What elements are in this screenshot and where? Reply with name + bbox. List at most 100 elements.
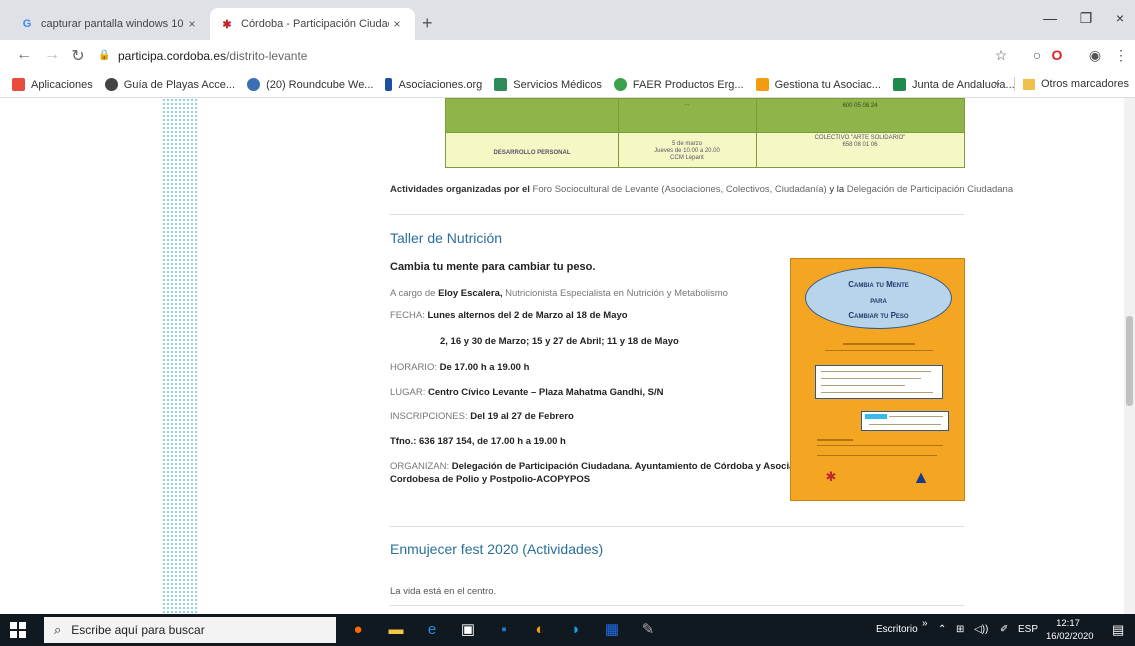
extension-ring-icon[interactable]: ○ bbox=[1028, 47, 1046, 63]
inscripciones-label: INSCRIPCIONES: bbox=[390, 411, 468, 422]
enmujecer-heading[interactable]: Enmujecer fest 2020 (Actividades) bbox=[390, 541, 603, 557]
other-bookmarks[interactable]: Otros marcadores bbox=[1041, 78, 1129, 90]
pen-icon[interactable]: ✐ bbox=[1000, 624, 1008, 635]
page-scrollbar[interactable] bbox=[1124, 98, 1135, 614]
dotted-decoration bbox=[162, 98, 198, 614]
scrollbar-thumb[interactable] bbox=[1126, 316, 1133, 406]
forward-arrow-icon[interactable]: → bbox=[42, 46, 62, 64]
table-cell: COLECTIVO "ARTE SOLIDARIO" bbox=[814, 135, 906, 141]
medical-icon bbox=[494, 78, 508, 91]
reload-icon[interactable]: ↻ bbox=[68, 46, 88, 66]
minimize-button[interactable]: — bbox=[1030, 10, 1070, 26]
poster-text-line bbox=[817, 439, 853, 441]
by-name: Eloy Escalera, bbox=[438, 288, 503, 299]
firefox-icon[interactable]: ◐ bbox=[530, 620, 550, 640]
poster-text-line bbox=[817, 455, 937, 456]
url-path: /distrito-levante bbox=[226, 49, 308, 63]
tab-title: capturar pantalla windows 10 - bbox=[41, 18, 184, 30]
by-label: A cargo de bbox=[390, 288, 436, 299]
store-icon[interactable]: ▣ bbox=[458, 620, 478, 640]
activities-credits: Actividades organizadas por el Foro Soci… bbox=[390, 184, 1013, 195]
close-tab-icon[interactable]: × bbox=[184, 17, 200, 31]
opera-icon[interactable]: O bbox=[1048, 47, 1066, 63]
bookmarks-overflow-button[interactable]: » bbox=[994, 78, 1000, 90]
windows-start-icon[interactable] bbox=[10, 622, 26, 638]
bookmark-asociaciones[interactable]: Asociaciones.org bbox=[385, 78, 482, 91]
language-indicator[interactable]: ESP bbox=[1018, 624, 1038, 635]
close-tab-icon[interactable]: × bbox=[389, 17, 405, 31]
new-tab-button[interactable]: + bbox=[422, 13, 433, 34]
nutrition-heading[interactable]: Taller de Nutrición bbox=[390, 230, 502, 246]
taskbar-search-box[interactable]: ⌕ Escribe aquí para buscar bbox=[44, 617, 336, 643]
workshop-poster-image[interactable]: Cambia tu Mente para Cambiar tu Peso ✱ ▲ bbox=[790, 258, 965, 501]
tab-google-search[interactable]: G capturar pantalla windows 10 - × bbox=[10, 8, 210, 40]
divider bbox=[390, 526, 964, 527]
divider bbox=[390, 214, 964, 215]
bookmark-star-icon[interactable]: ☆ bbox=[992, 47, 1010, 64]
junta-icon bbox=[892, 78, 906, 91]
file-explorer-icon[interactable]: ▬ bbox=[386, 620, 406, 640]
search-placeholder: Escribe aquí para buscar bbox=[71, 623, 205, 637]
organizan-value-2: Cordobesa de Polio y Postpolio-ACOPYPOS bbox=[390, 474, 591, 485]
nutrition-organizan: ORGANIZAN: Delegación de Participación C… bbox=[390, 461, 814, 472]
organizan-label: ORGANIZAN: bbox=[390, 461, 450, 472]
table-divider bbox=[446, 132, 964, 133]
tab-strip: G capturar pantalla windows 10 - × ✱ Cór… bbox=[0, 0, 1135, 40]
poster-text-line bbox=[825, 350, 933, 351]
asociaciones-icon bbox=[385, 78, 393, 91]
menu-kebab-icon[interactable]: ⋮ bbox=[1112, 47, 1130, 64]
table-cell: 600 05 08 24 bbox=[842, 103, 878, 109]
table-cell: DESARROLLO PERSONAL bbox=[493, 150, 571, 156]
tab-cordoba-participacion[interactable]: ✱ Córdoba - Participación Ciudada × bbox=[210, 8, 415, 40]
address-bar[interactable]: 🔒 participa.cordoba.es/distrito-levante bbox=[98, 44, 978, 68]
bookmarks-divider bbox=[1013, 77, 1015, 91]
notifications-icon[interactable]: ▤ bbox=[1112, 622, 1124, 638]
bookmark-label: Servicios Médicos bbox=[513, 78, 602, 91]
tfno-value: Tfno.: 636 187 154, de 17.00 h a 19.00 h bbox=[390, 436, 566, 447]
table-cell: 658 08 01 06 bbox=[842, 142, 878, 148]
clock-date: 16/02/2020 bbox=[1046, 631, 1094, 642]
close-window-button[interactable]: × bbox=[1100, 10, 1135, 26]
bookmark-roundcube[interactable]: (20) Roundcube We... bbox=[247, 78, 373, 91]
poster-title-line: Cambiar tu Peso bbox=[848, 311, 909, 320]
bookmark-servicios-medicos[interactable]: Servicios Médicos bbox=[494, 78, 602, 91]
nutrition-lugar: LUGAR: Centro Cívico Levante – Plaza Mah… bbox=[390, 387, 663, 398]
bookmark-gestiona[interactable]: Gestiona tu Asociac... bbox=[755, 78, 881, 91]
bookmark-faer[interactable]: FAER Productos Erg... bbox=[613, 78, 744, 91]
back-arrow-icon[interactable]: ← bbox=[14, 46, 34, 64]
bookmark-label: (20) Roundcube We... bbox=[266, 78, 374, 91]
lugar-value: Centro Cívico Levante – Plaza Mahatma Ga… bbox=[428, 387, 664, 398]
horario-value: De 17.00 h a 19.00 h bbox=[439, 362, 530, 373]
toolbar-chevron[interactable]: » bbox=[922, 618, 928, 629]
credits-foro: Foro Sociocultural de Levante (Asociacio… bbox=[532, 184, 827, 195]
desktop-toolbar[interactable]: Escritorio bbox=[876, 624, 918, 635]
nutrition-subtitle: Cambia tu mente para cambiar tu peso. bbox=[390, 261, 596, 273]
google-g-icon: G bbox=[22, 18, 32, 30]
bookmark-apps[interactable]: Aplicaciones bbox=[12, 78, 93, 91]
calculator-icon[interactable]: ▦ bbox=[602, 620, 622, 640]
taskbar-clock[interactable]: 12:17 16/02/2020 bbox=[1046, 617, 1094, 643]
app-launcher-icon[interactable]: ● bbox=[348, 620, 368, 640]
media-player-icon[interactable]: ◗ bbox=[566, 620, 586, 640]
tray-up-arrow-icon[interactable]: ⌃ bbox=[938, 624, 946, 635]
lugar-label: LUGAR: bbox=[390, 387, 426, 398]
nutrition-dates: 2, 16 y 30 de Marzo; 15 y 27 de Abril; 1… bbox=[440, 336, 679, 347]
volume-icon[interactable]: ◁)) bbox=[974, 624, 988, 635]
nutrition-by: A cargo de Eloy Escalera, Nutricionista … bbox=[390, 288, 728, 299]
paint-icon[interactable]: ✎ bbox=[638, 620, 658, 640]
poster-text-line bbox=[843, 343, 915, 345]
apps-grid-icon bbox=[12, 78, 25, 91]
schedule-table: ... 600 05 08 24 DESARROLLO PERSONAL 5 d… bbox=[445, 98, 965, 168]
bookmark-guia-playas[interactable]: Guía de Playas Acce... bbox=[104, 78, 235, 91]
organizan-value: Delegación de Participación Ciudadana. A… bbox=[451, 461, 814, 472]
poster-text-line bbox=[817, 445, 943, 446]
profile-avatar-icon[interactable]: ◉ bbox=[1086, 47, 1104, 64]
poster-text-line bbox=[821, 378, 921, 379]
network-icon[interactable]: ⊞ bbox=[956, 624, 964, 635]
gestiona-icon bbox=[755, 78, 769, 91]
edge-browser-icon[interactable]: e bbox=[422, 620, 442, 640]
page-content: ... 600 05 08 24 DESARROLLO PERSONAL 5 d… bbox=[0, 98, 1135, 614]
table-cell: ... bbox=[684, 101, 690, 107]
mail-icon[interactable]: ▪ bbox=[494, 620, 514, 640]
folder-icon bbox=[1022, 78, 1035, 90]
